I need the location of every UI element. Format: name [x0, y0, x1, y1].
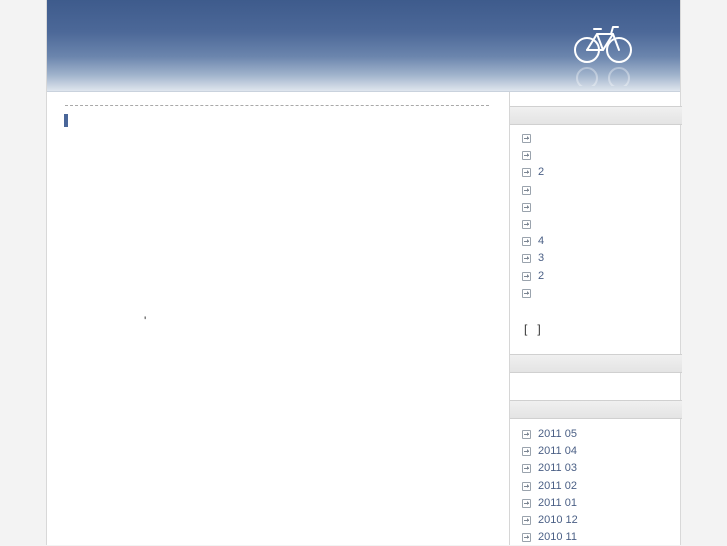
- arrow-box-icon: [522, 202, 531, 212]
- bracket-close: ]: [537, 322, 541, 336]
- archive-label[interactable]: 2011 04: [538, 445, 577, 457]
- entry-body-text: ': [144, 314, 147, 328]
- arrow-box-icon: [522, 430, 531, 439]
- sidebar-heading-secondary: [510, 354, 682, 373]
- arrow-box-icon: [522, 288, 531, 298]
- sidebar-heading-archives: [510, 400, 682, 419]
- sidebar: 2 4 3 2 [] 2011 05 2011 04 2011 03 2011 …: [509, 92, 682, 545]
- arrow-box-icon: [522, 134, 531, 143]
- archive-item[interactable]: 2011 01: [510, 495, 578, 512]
- sidebar-heading-categories: [510, 106, 682, 125]
- category-item[interactable]: [510, 216, 544, 233]
- arrow-box-icon: [522, 515, 531, 525]
- archive-item[interactable]: 2011 05: [510, 426, 578, 443]
- category-item[interactable]: 4: [510, 233, 544, 250]
- entry-title-marker: [64, 114, 68, 127]
- archive-label[interactable]: 2011 03: [538, 462, 577, 474]
- archive-item[interactable]: 2010 11: [510, 529, 578, 546]
- category-item[interactable]: 3: [510, 250, 544, 267]
- arrow-box-icon: [522, 254, 531, 264]
- title-divider: [65, 105, 489, 106]
- archive-item[interactable]: 2011 03: [510, 460, 578, 477]
- arrow-box-icon: [522, 447, 531, 457]
- category-item[interactable]: [510, 199, 544, 216]
- category-item[interactable]: 2: [510, 164, 544, 181]
- archive-label[interactable]: 2010 11: [538, 531, 577, 543]
- arrow-box-icon: [522, 151, 531, 161]
- category-item[interactable]: [510, 130, 544, 147]
- archive-item[interactable]: 2010 12: [510, 512, 578, 529]
- arrow-box-icon: [522, 271, 531, 281]
- category-count: 3: [538, 252, 545, 265]
- archive-label[interactable]: 2011 01: [538, 497, 577, 509]
- category-count: 2: [538, 166, 545, 179]
- archive-label[interactable]: 2011 02: [538, 480, 577, 492]
- category-item[interactable]: [510, 285, 544, 302]
- category-more-link[interactable]: []: [524, 322, 541, 336]
- arrow-box-icon: [522, 185, 531, 195]
- arrow-box-icon: [522, 168, 531, 178]
- category-item[interactable]: [510, 182, 544, 199]
- bicycle-icon[interactable]: [571, 22, 635, 86]
- archive-list: 2011 05 2011 04 2011 03 2011 02 2011 01 …: [510, 426, 578, 546]
- archive-label[interactable]: 2011 05: [538, 428, 577, 440]
- category-count: 4: [538, 235, 545, 248]
- category-item[interactable]: 2: [510, 268, 544, 285]
- arrow-box-icon: [522, 481, 531, 491]
- site-header: [47, 0, 680, 92]
- arrow-box-icon: [522, 498, 531, 508]
- arrow-box-icon: [522, 237, 531, 247]
- category-count: 2: [538, 269, 545, 282]
- archive-label[interactable]: 2010 12: [538, 514, 578, 526]
- arrow-box-icon: [522, 464, 531, 474]
- sidebar-empty-panel: [510, 372, 682, 400]
- bracket-open: [: [524, 322, 528, 336]
- arrow-box-icon: [522, 219, 531, 229]
- archive-item[interactable]: 2011 02: [510, 478, 578, 495]
- category-item[interactable]: [510, 147, 544, 164]
- category-list: 2 4 3 2: [510, 130, 544, 302]
- arrow-box-icon: [522, 533, 531, 543]
- main-content: ': [47, 92, 509, 545]
- archive-item[interactable]: 2011 04: [510, 443, 578, 460]
- page-container: ' 2 4 3 2 [] 2011 05 2011 04 2011 03 201…: [46, 0, 682, 545]
